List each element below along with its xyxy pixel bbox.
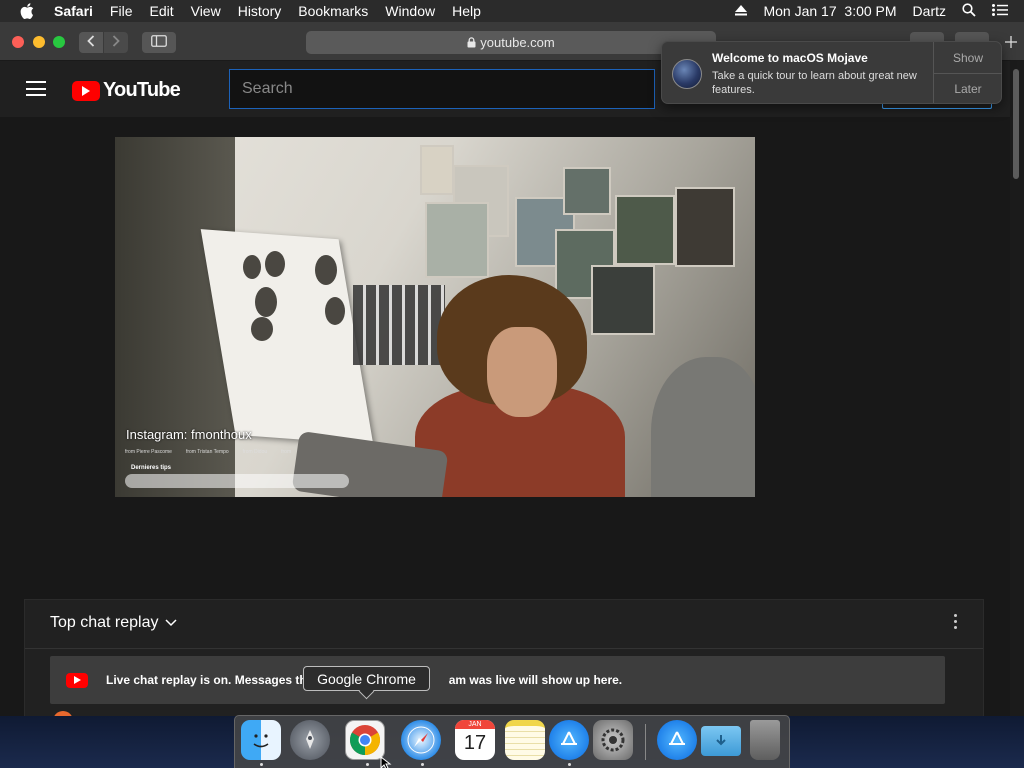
menu-history[interactable]: History [238,3,282,19]
youtube-play-icon [72,80,100,101]
lock-icon [467,37,476,48]
notification-later-button[interactable]: Later [934,74,1002,104]
safari-icon[interactable] [401,720,441,760]
apple-menu-icon[interactable] [20,3,36,19]
chat-replay-banner: Live chat replay is on. Messages that am… [50,656,945,704]
calendar-icon[interactable]: JAN 17 [455,720,495,760]
menu-app-safari[interactable]: Safari [54,3,93,19]
youtube-page: YouTube Instagram: fmonthoux from Pierre… [0,61,1024,716]
trash-icon[interactable] [750,720,780,760]
video-player[interactable]: Instagram: fmonthoux from Pierre Pascome… [115,137,755,497]
calendar-month: JAN [455,720,495,729]
app-store-icon[interactable] [549,720,589,760]
mouse-cursor-icon [380,755,392,768]
dock-tooltip: Google Chrome [303,666,430,691]
eject-icon[interactable] [735,3,748,19]
menu-bookmarks[interactable]: Bookmarks [298,3,368,19]
notification-center-icon[interactable] [992,3,1008,19]
sidebar-icon [151,34,167,52]
app-store-downloads-icon[interactable] [657,720,697,760]
window-minimize-button[interactable] [33,36,45,48]
guide-menu-icon[interactable] [26,81,46,96]
video-tips-progress-bar [125,474,349,488]
plus-icon [1005,35,1017,52]
youtube-wordmark: YouTube [103,79,181,101]
chevron-down-icon [164,619,177,627]
youtube-play-icon [66,672,88,688]
system-preferences-icon[interactable] [593,720,633,760]
launchpad-icon[interactable] [290,720,330,760]
calendar-day: 17 [463,732,487,754]
back-button[interactable] [79,32,103,53]
notification-body: Take a quick tour to learn about great n… [712,70,917,96]
chrome-icon[interactable] [345,720,385,760]
window-close-button[interactable] [12,36,24,48]
new-tab-button[interactable] [1003,36,1019,52]
chat-mode-dropdown[interactable]: Top chat replay [50,614,177,632]
dock: JAN 17 [234,715,790,768]
menubar-clock[interactable]: Mon Jan 17 3:00 PM [763,3,896,19]
address-bar[interactable]: youtube.com [306,31,716,54]
page-scrollbar[interactable] [1010,61,1024,716]
spotlight-search-icon[interactable] [962,2,976,20]
finder-icon[interactable] [241,720,281,760]
search-input[interactable] [229,69,655,109]
menu-edit[interactable]: Edit [149,3,173,19]
notes-icon[interactable] [505,720,545,760]
window-zoom-button[interactable] [53,36,65,48]
menu-view[interactable]: View [191,3,221,19]
menu-help[interactable]: Help [452,3,481,19]
mojave-welcome-notification[interactable]: Welcome to macOS Mojave Take a quick tou… [661,41,1002,104]
video-instagram-overlay: Instagram: fmonthoux [126,427,252,442]
chevron-left-icon [87,34,95,52]
video-tips-ticker: from Pierre Pascome from Tristan Tempo f… [125,449,292,455]
forward-button[interactable] [104,32,128,53]
menubar-user[interactable]: Dartz [913,3,946,19]
chevron-right-icon [112,34,120,52]
menu-bar: Safari File Edit View History Bookmarks … [0,0,1024,22]
notification-show-button[interactable]: Show [934,43,1002,73]
chat-more-options-icon[interactable] [954,614,958,632]
menu-file[interactable]: File [110,3,133,19]
live-chat-panel: Top chat replay Live chat replay is on. … [24,599,984,716]
url-text: youtube.com [480,35,555,50]
notification-title: Welcome to macOS Mojave [712,51,868,65]
video-tips-label: Dernieres tips [131,465,172,471]
scrollbar-thumb[interactable] [1013,69,1019,179]
menu-window[interactable]: Window [385,3,435,19]
downloads-folder-icon[interactable] [701,726,741,756]
youtube-logo[interactable]: YouTube [72,79,181,102]
macos-mojave-icon [672,59,702,89]
show-sidebar-button[interactable] [142,32,176,53]
